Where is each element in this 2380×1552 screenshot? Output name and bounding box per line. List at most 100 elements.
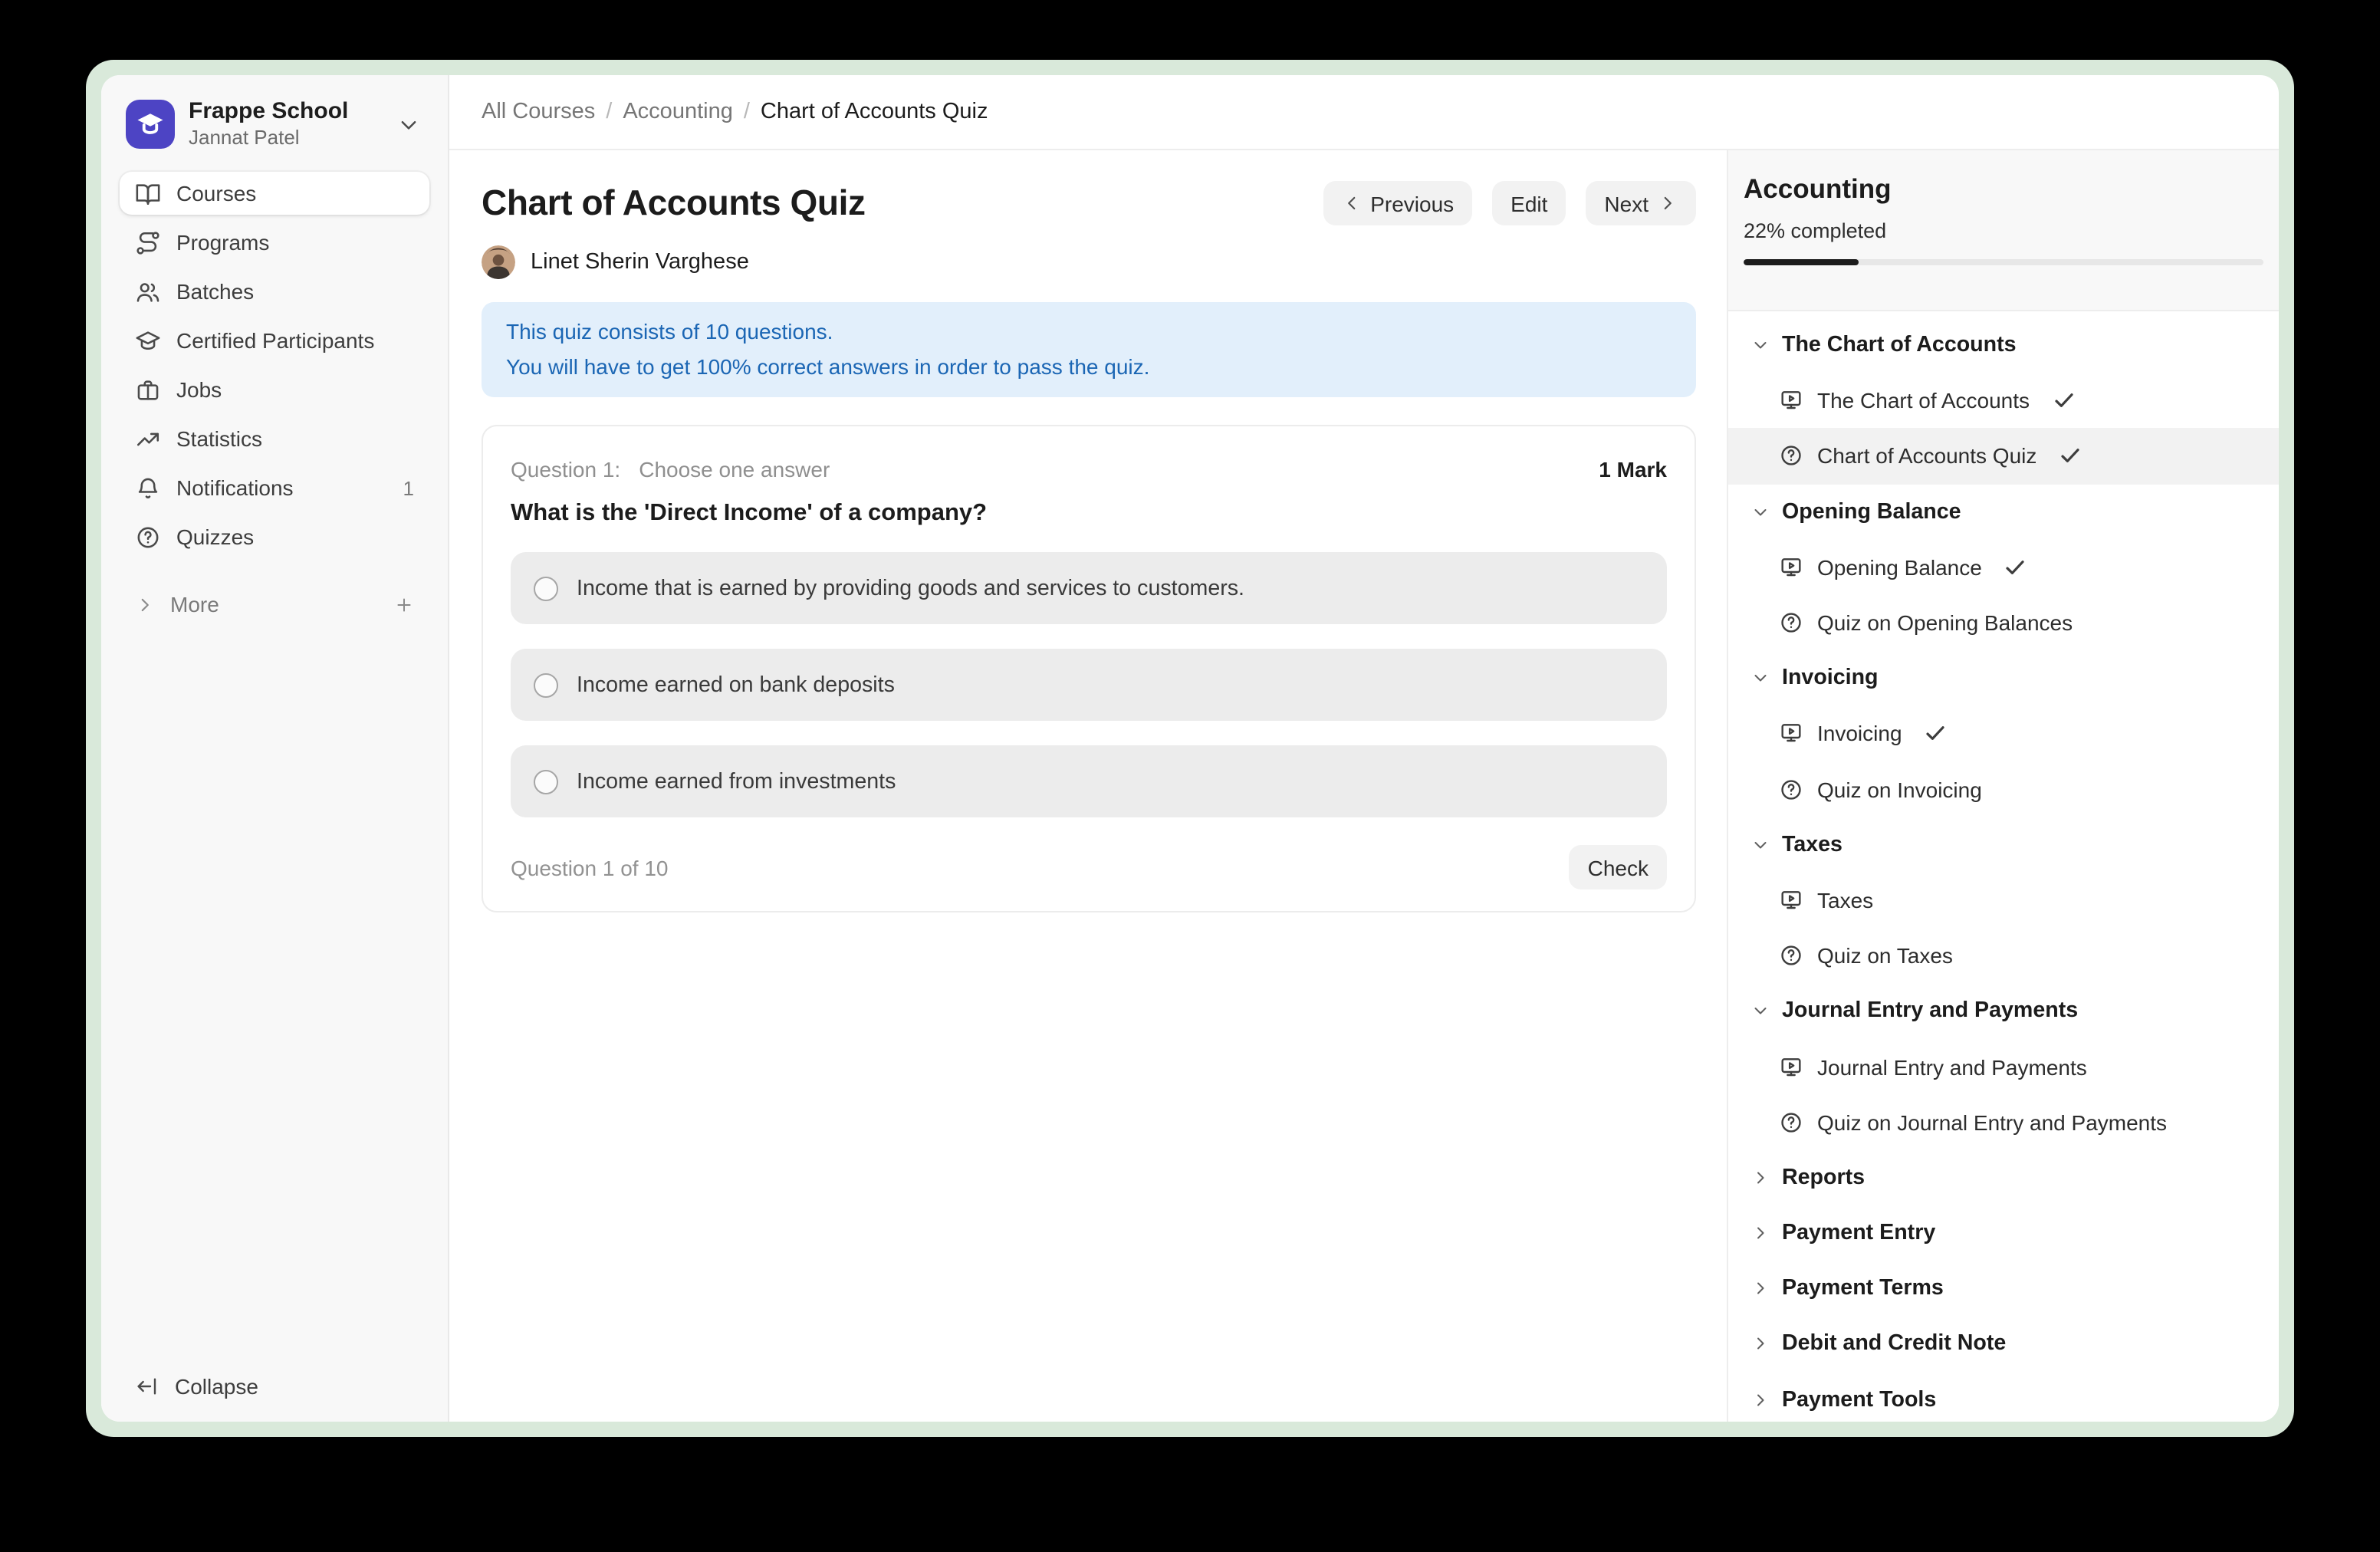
- check-button[interactable]: Check: [1570, 845, 1667, 889]
- author-avatar: [482, 245, 515, 279]
- sidebar-item-label: Statistics: [176, 426, 262, 451]
- sidebar-item-programs[interactable]: Programs: [120, 221, 429, 264]
- completed-check-icon: [2051, 389, 2076, 413]
- left-sidebar: Frappe School Jannat Patel Courses Progr…: [101, 75, 449, 1422]
- lesson-quiz-on-opening-balances[interactable]: Quiz on Opening Balances: [1728, 595, 2279, 650]
- bell-icon: [135, 475, 161, 501]
- author-name: Linet Sherin Varghese: [531, 250, 749, 275]
- briefcase-icon: [135, 376, 161, 403]
- sidebar-item-batches[interactable]: Batches: [120, 270, 429, 313]
- chapter-opening-balance[interactable]: Opening Balance: [1728, 484, 2279, 539]
- lesson-the-chart-of-accounts[interactable]: The Chart of Accounts: [1728, 373, 2279, 428]
- chevron-right-icon: [135, 594, 155, 614]
- sidebar-collapse-button[interactable]: Collapse: [120, 1365, 429, 1408]
- video-lesson-icon: [1779, 1054, 1803, 1079]
- chapter-payment-terms[interactable]: Payment Terms: [1728, 1261, 2279, 1316]
- answer-option-label: Income that is earned by providing goods…: [577, 576, 1244, 600]
- question-marks: 1 Mark: [1599, 457, 1667, 482]
- chevron-down-icon: [1751, 502, 1770, 521]
- video-lesson-icon: [1779, 888, 1803, 912]
- video-lesson-icon: [1779, 722, 1803, 746]
- sidebar-item-courses[interactable]: Courses: [120, 172, 429, 215]
- completed-check-icon: [1924, 722, 1948, 746]
- sidebar-item-label: Notifications: [176, 475, 294, 500]
- lesson-quiz-on-invoicing[interactable]: Quiz on Invoicing: [1728, 761, 2279, 817]
- quiz-notice: This quiz consists of 10 questions. You …: [482, 302, 1696, 397]
- question-card: Question 1: Choose one answer 1 Mark Wha…: [482, 425, 1696, 912]
- users-icon: [135, 278, 161, 304]
- next-button[interactable]: Next: [1586, 181, 1696, 225]
- video-lesson-icon: [1779, 389, 1803, 413]
- chapter-payment-entry[interactable]: Payment Entry: [1728, 1205, 2279, 1261]
- course-title: Accounting: [1744, 173, 2263, 206]
- sidebar-item-notifications[interactable]: Notifications 1: [120, 466, 429, 509]
- completed-check-icon: [2058, 444, 2082, 469]
- sidebar-item-label: Programs: [176, 230, 269, 255]
- breadcrumb-all-courses[interactable]: All Courses: [482, 100, 595, 124]
- lesson-invoicing[interactable]: Invoicing: [1728, 706, 2279, 761]
- answer-option-3[interactable]: Income earned from investments: [511, 745, 1667, 817]
- radio-icon[interactable]: [534, 576, 558, 600]
- previous-button[interactable]: Previous: [1323, 181, 1472, 225]
- question-pagination: Question 1 of 10: [511, 855, 669, 880]
- chevron-left-icon: [1341, 193, 1361, 213]
- lesson-chart-of-accounts-quiz[interactable]: Chart of Accounts Quiz: [1728, 429, 2279, 484]
- answer-option-label: Income earned on bank deposits: [577, 672, 895, 697]
- sidebar-item-label: Batches: [176, 279, 254, 304]
- chevron-down-icon: [1751, 1002, 1770, 1021]
- course-completion-text: 22% completed: [1744, 219, 2263, 242]
- chevron-down-icon: [1751, 836, 1770, 854]
- frappe-school-logo-icon: [126, 100, 175, 149]
- radio-icon[interactable]: [534, 672, 558, 697]
- chapter-the-chart-of-accounts[interactable]: The Chart of Accounts: [1728, 317, 2279, 373]
- chapter-debit-and-credit-note[interactable]: Debit and Credit Note: [1728, 1317, 2279, 1372]
- user-name: Jannat Patel: [189, 126, 348, 150]
- answer-option-2[interactable]: Income earned on bank deposits: [511, 649, 1667, 721]
- lesson-taxes[interactable]: Taxes: [1728, 873, 2279, 928]
- chapter-journal-entry-and-payments[interactable]: Journal Entry and Payments: [1728, 984, 2279, 1039]
- chapter-reports[interactable]: Reports: [1728, 1150, 2279, 1205]
- breadcrumb-accounting[interactable]: Accounting: [623, 100, 733, 124]
- completed-check-icon: [2004, 555, 2028, 580]
- help-circle-icon: [135, 524, 161, 550]
- answer-option-1[interactable]: Income that is earned by providing goods…: [511, 552, 1667, 624]
- chapter-invoicing[interactable]: Invoicing: [1728, 650, 2279, 705]
- radio-icon[interactable]: [534, 769, 558, 794]
- sidebar-item-jobs[interactable]: Jobs: [120, 368, 429, 411]
- sidebar-item-quizzes[interactable]: Quizzes: [120, 515, 429, 558]
- plus-icon[interactable]: [394, 594, 414, 614]
- app-window: Frappe School Jannat Patel Courses Progr…: [86, 60, 2294, 1437]
- graduation-cap-icon: [135, 327, 161, 353]
- lesson-opening-balance[interactable]: Opening Balance: [1728, 540, 2279, 595]
- collapse-label: Collapse: [175, 1374, 258, 1399]
- author-row: Linet Sherin Varghese: [482, 245, 1696, 279]
- chevron-right-icon: [1751, 1224, 1770, 1242]
- chapter-taxes[interactable]: Taxes: [1728, 817, 2279, 872]
- collapse-sidebar-icon: [135, 1374, 159, 1399]
- chevron-down-icon: [1751, 669, 1770, 687]
- school-switcher[interactable]: Frappe School Jannat Patel: [101, 75, 448, 150]
- quiz-lesson-icon: [1779, 943, 1803, 968]
- route-icon: [135, 229, 161, 255]
- edit-button[interactable]: Edit: [1492, 181, 1566, 225]
- sidebar-item-certified-participants[interactable]: Certified Participants: [120, 319, 429, 362]
- sidebar-item-more[interactable]: More: [120, 583, 429, 626]
- notice-line-2: You will have to get 100% correct answer…: [506, 350, 1672, 385]
- sidebar-more-label: More: [170, 592, 219, 617]
- breadcrumb-current: Chart of Accounts Quiz: [761, 100, 988, 124]
- chevron-right-icon: [1751, 1169, 1770, 1187]
- sidebar-item-label: Jobs: [176, 377, 222, 402]
- quiz-page: Chart of Accounts Quiz Previous Edit Nex…: [449, 150, 1727, 1422]
- sidebar-item-statistics[interactable]: Statistics: [120, 417, 429, 460]
- lesson-quiz-on-journal-entry-and-payments[interactable]: Quiz on Journal Entry and Payments: [1728, 1094, 2279, 1149]
- chevron-right-icon: [1751, 1280, 1770, 1298]
- course-outline: The Chart of Accounts The Chart of Accou…: [1728, 311, 2279, 1422]
- breadcrumb: All Courses/Accounting/Chart of Accounts…: [482, 100, 988, 124]
- lesson-journal-entry-and-payments[interactable]: Journal Entry and Payments: [1728, 1039, 2279, 1094]
- chapter-payment-tools[interactable]: Payment Tools: [1728, 1372, 2279, 1422]
- lesson-quiz-on-taxes[interactable]: Quiz on Taxes: [1728, 928, 2279, 983]
- quiz-lesson-icon: [1779, 1110, 1803, 1134]
- quiz-lesson-icon: [1779, 610, 1803, 635]
- chevron-right-icon: [1751, 1335, 1770, 1353]
- breadcrumb-separator: /: [606, 100, 612, 124]
